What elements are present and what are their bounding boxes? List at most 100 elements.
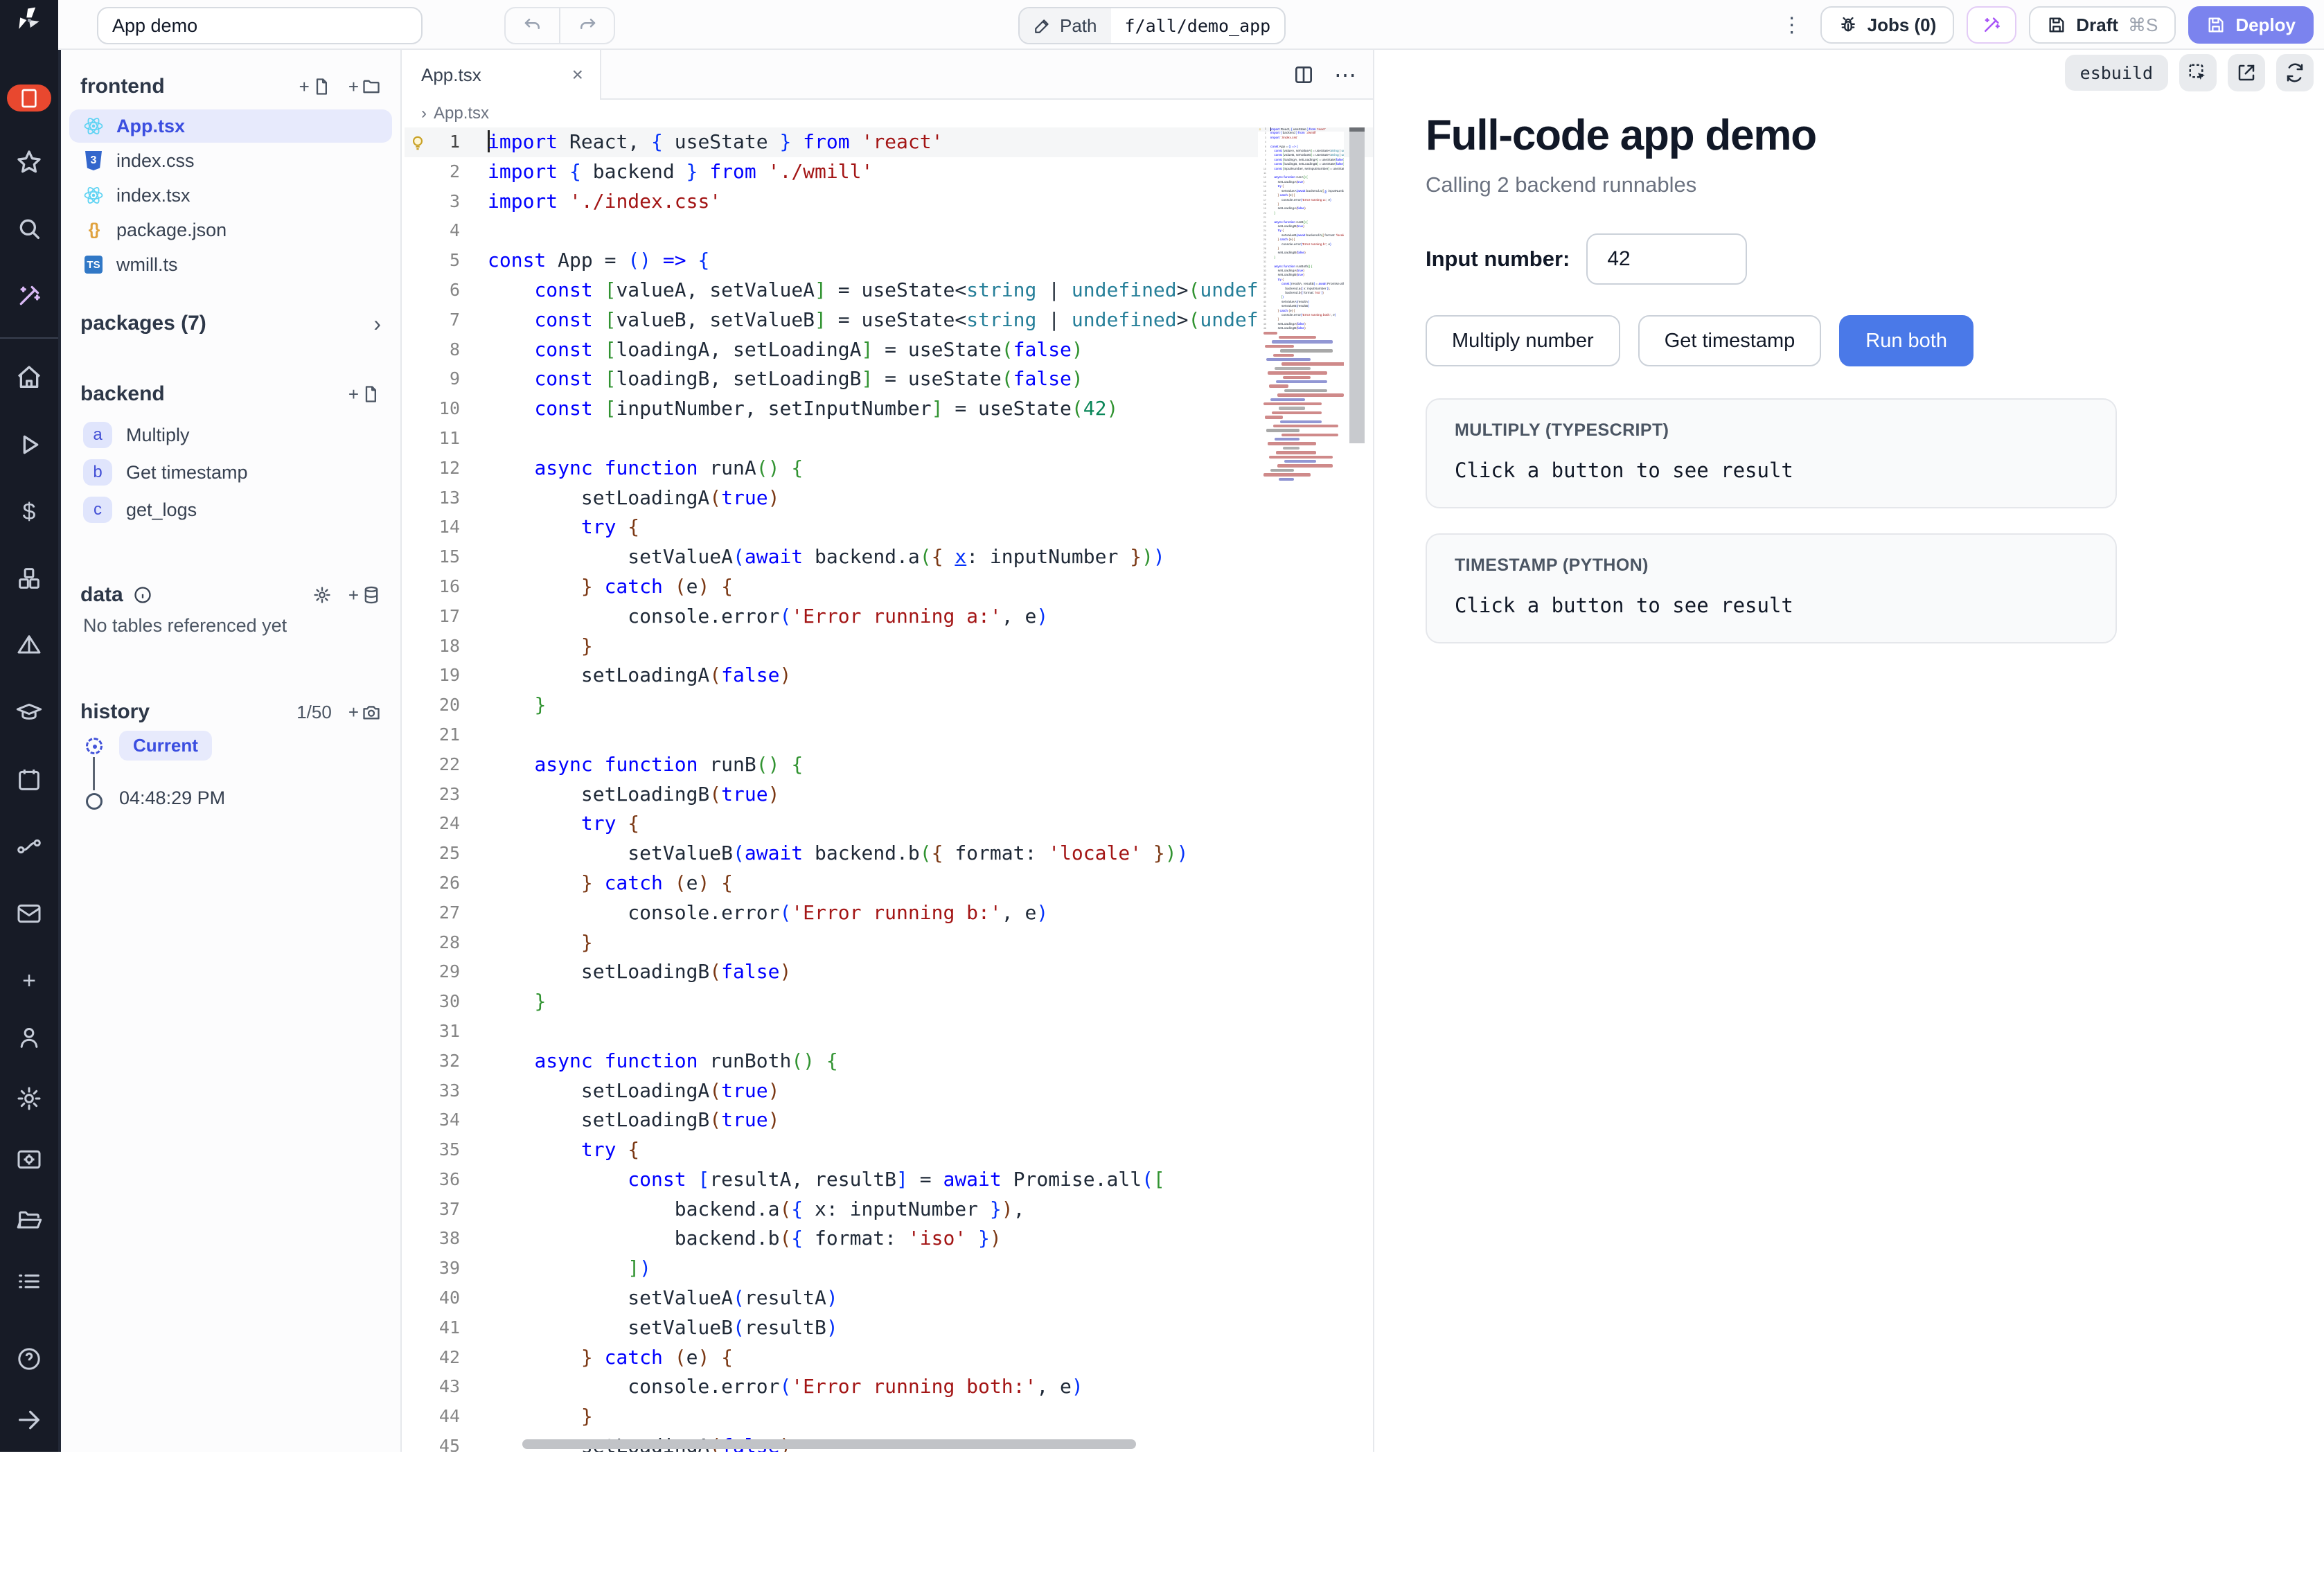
split-editor-icon[interactable] (1293, 64, 1315, 86)
triggers-route-icon[interactable] (8, 830, 50, 864)
mail-icon[interactable] (8, 897, 50, 931)
code-line: 27 console.error('Error running b:', e) (405, 898, 1373, 928)
file-item-package-json[interactable]: {} package.json (69, 213, 392, 247)
code-line: 36 const [resultA, resultB] = await Prom… (405, 1165, 1373, 1195)
file-item-wmill-ts[interactable]: TS wmill.ts (69, 248, 392, 281)
file-item-app-tsx[interactable]: App.tsx (69, 109, 392, 143)
home-icon[interactable] (8, 361, 50, 395)
breadcrumb[interactable]: › App.tsx (405, 100, 1373, 127)
resources-boxes-icon[interactable] (8, 562, 50, 596)
current-version-dot[interactable] (86, 738, 103, 754)
left-icon-rail: $ + (0, 0, 58, 1452)
tutorials-graduation-cap-icon[interactable] (8, 696, 50, 730)
data-title: data (80, 583, 123, 607)
code-line: 15 setValueA(await backend.a({ x: inputN… (405, 542, 1373, 572)
windmill-logo-icon[interactable] (0, 0, 58, 40)
instance-settings-icon[interactable] (8, 1139, 50, 1180)
history-timeline: Current 04:48:29 PM (86, 738, 400, 810)
apps-rail-item[interactable] (7, 85, 51, 112)
code-line: 4 (405, 216, 1373, 246)
add-file-button[interactable]: + (299, 76, 332, 98)
inspect-select-button[interactable] (2179, 54, 2217, 91)
code-line: 7 const [valueB, setValueB] = useState<s… (405, 305, 1373, 335)
refresh-button[interactable] (2276, 54, 2314, 91)
user-icon[interactable] (8, 1017, 50, 1058)
settings-gear-icon[interactable] (8, 1078, 50, 1119)
refresh-icon (2285, 62, 2305, 83)
tab-app-tsx[interactable]: App.tsx × (405, 50, 601, 100)
editor-more-icon[interactable]: ⋯ (1334, 62, 1356, 88)
runnable-item-multiply[interactable]: a Multiply (69, 417, 392, 453)
search-icon[interactable] (8, 212, 50, 246)
multiply-result-card: MULTIPLY (TYPESCRIPT) Click a button to … (1426, 398, 2117, 508)
close-tab-icon[interactable]: × (572, 64, 583, 86)
path-chip[interactable]: Path f/all/demo_app (1018, 7, 1286, 44)
minimap[interactable]: 1import React, { useState } from 'react'… (1258, 127, 1344, 1452)
packages-section[interactable]: packages (7) › (61, 312, 400, 335)
editor-vertical-scrollbar[interactable] (1349, 127, 1365, 443)
rail-bottom-group (8, 997, 50, 1452)
redo-button[interactable] (560, 8, 614, 43)
kebab-menu-icon[interactable]: ⋮ (1776, 13, 1808, 37)
code-line: 11 (405, 424, 1373, 454)
ai-wand-icon[interactable] (8, 279, 50, 313)
runnable-item-get-logs[interactable]: c get_logs (69, 492, 392, 528)
multiply-number-button[interactable]: Multiply number (1426, 315, 1620, 366)
top-bar: Path f/all/demo_app ⋮ Jobs (0) Draft ⌘S … (58, 0, 2324, 50)
code-line: 34 setLoadingB(true) (405, 1105, 1373, 1135)
code-line: 23 setLoadingB(true) (405, 780, 1373, 810)
open-external-button[interactable] (2228, 54, 2265, 91)
code-line: 43 console.error('Error running both:', … (405, 1372, 1373, 1402)
favorites-star-icon[interactable] (8, 145, 50, 179)
deploy-button[interactable]: Deploy (2188, 6, 2314, 44)
result-card-heading: TIMESTAMP (PYTHON) (1455, 556, 2088, 576)
code-line: 17 console.error('Error running a:', e) (405, 602, 1373, 632)
version-timestamp[interactable]: 04:48:29 PM (119, 788, 225, 809)
current-version-chip[interactable]: Current (119, 731, 212, 761)
runnable-item-get-timestamp[interactable]: b Get timestamp (69, 454, 392, 490)
help-icon[interactable] (8, 1338, 50, 1380)
add-table-button[interactable]: + (348, 585, 381, 606)
code-line: 9 const [loadingB, setLoadingB] = useSta… (405, 364, 1373, 394)
add-plus-icon[interactable]: + (8, 963, 50, 997)
file-item-index-css[interactable]: 3 index.css (69, 144, 392, 177)
data-settings-button[interactable] (312, 585, 332, 605)
ai-assistant-button[interactable] (1967, 6, 2016, 44)
code-area[interactable]: 1import React, { useState } from 'react'… (405, 127, 1373, 1452)
editor-horizontal-scrollbar[interactable] (522, 1439, 1136, 1449)
code-line: 10 const [inputNumber, setInputNumber] =… (405, 394, 1373, 424)
workers-list-icon[interactable] (8, 1261, 50, 1302)
draft-button[interactable]: Draft ⌘S (2029, 6, 2176, 44)
file-item-index-tsx[interactable]: index.tsx (69, 179, 392, 212)
code-line: 13 setLoadingA(true) (405, 483, 1373, 513)
jobs-button[interactable]: Jobs (0) (1820, 6, 1955, 44)
folders-icon[interactable] (8, 1200, 50, 1241)
assets-prism-icon[interactable] (8, 629, 50, 663)
windmill-app-editor: $ + (0, 0, 2324, 1452)
gear-icon (312, 585, 332, 605)
app-name-input[interactable] (97, 7, 423, 44)
css3-icon: 3 (83, 151, 104, 170)
runs-play-icon[interactable] (8, 428, 50, 462)
code-line: 2import { backend } from './wmill' (405, 157, 1373, 187)
code-line: 35 try { (405, 1135, 1373, 1165)
run-both-button[interactable]: Run both (1839, 315, 1973, 366)
get-timestamp-button[interactable]: Get timestamp (1638, 315, 1822, 366)
variables-dollar-icon[interactable]: $ (8, 495, 50, 528)
code-line: 42 } catch (e) { (405, 1343, 1373, 1373)
number-input[interactable] (1586, 233, 1747, 285)
chevron-right-icon: › (421, 104, 427, 123)
add-folder-button[interactable]: + (348, 76, 381, 98)
typescript-icon: TS (83, 256, 104, 274)
expand-arrow-right-icon[interactable] (8, 1399, 50, 1441)
add-runnable-button[interactable]: + (348, 384, 381, 405)
code-line: 1import React, { useState } from 'react' (405, 127, 1373, 157)
snapshot-button[interactable]: + (348, 702, 381, 723)
undo-button[interactable] (506, 8, 560, 43)
path-value[interactable]: f/all/demo_app (1111, 8, 1285, 43)
schedules-calendar-icon[interactable] (8, 763, 50, 797)
previous-version-dot[interactable] (86, 793, 103, 810)
database-icon (362, 585, 381, 605)
code-editor-pane: App.tsx × ⋯ › App.tsx 1import React, { u… (405, 50, 1374, 1452)
bug-icon (1838, 15, 1858, 35)
